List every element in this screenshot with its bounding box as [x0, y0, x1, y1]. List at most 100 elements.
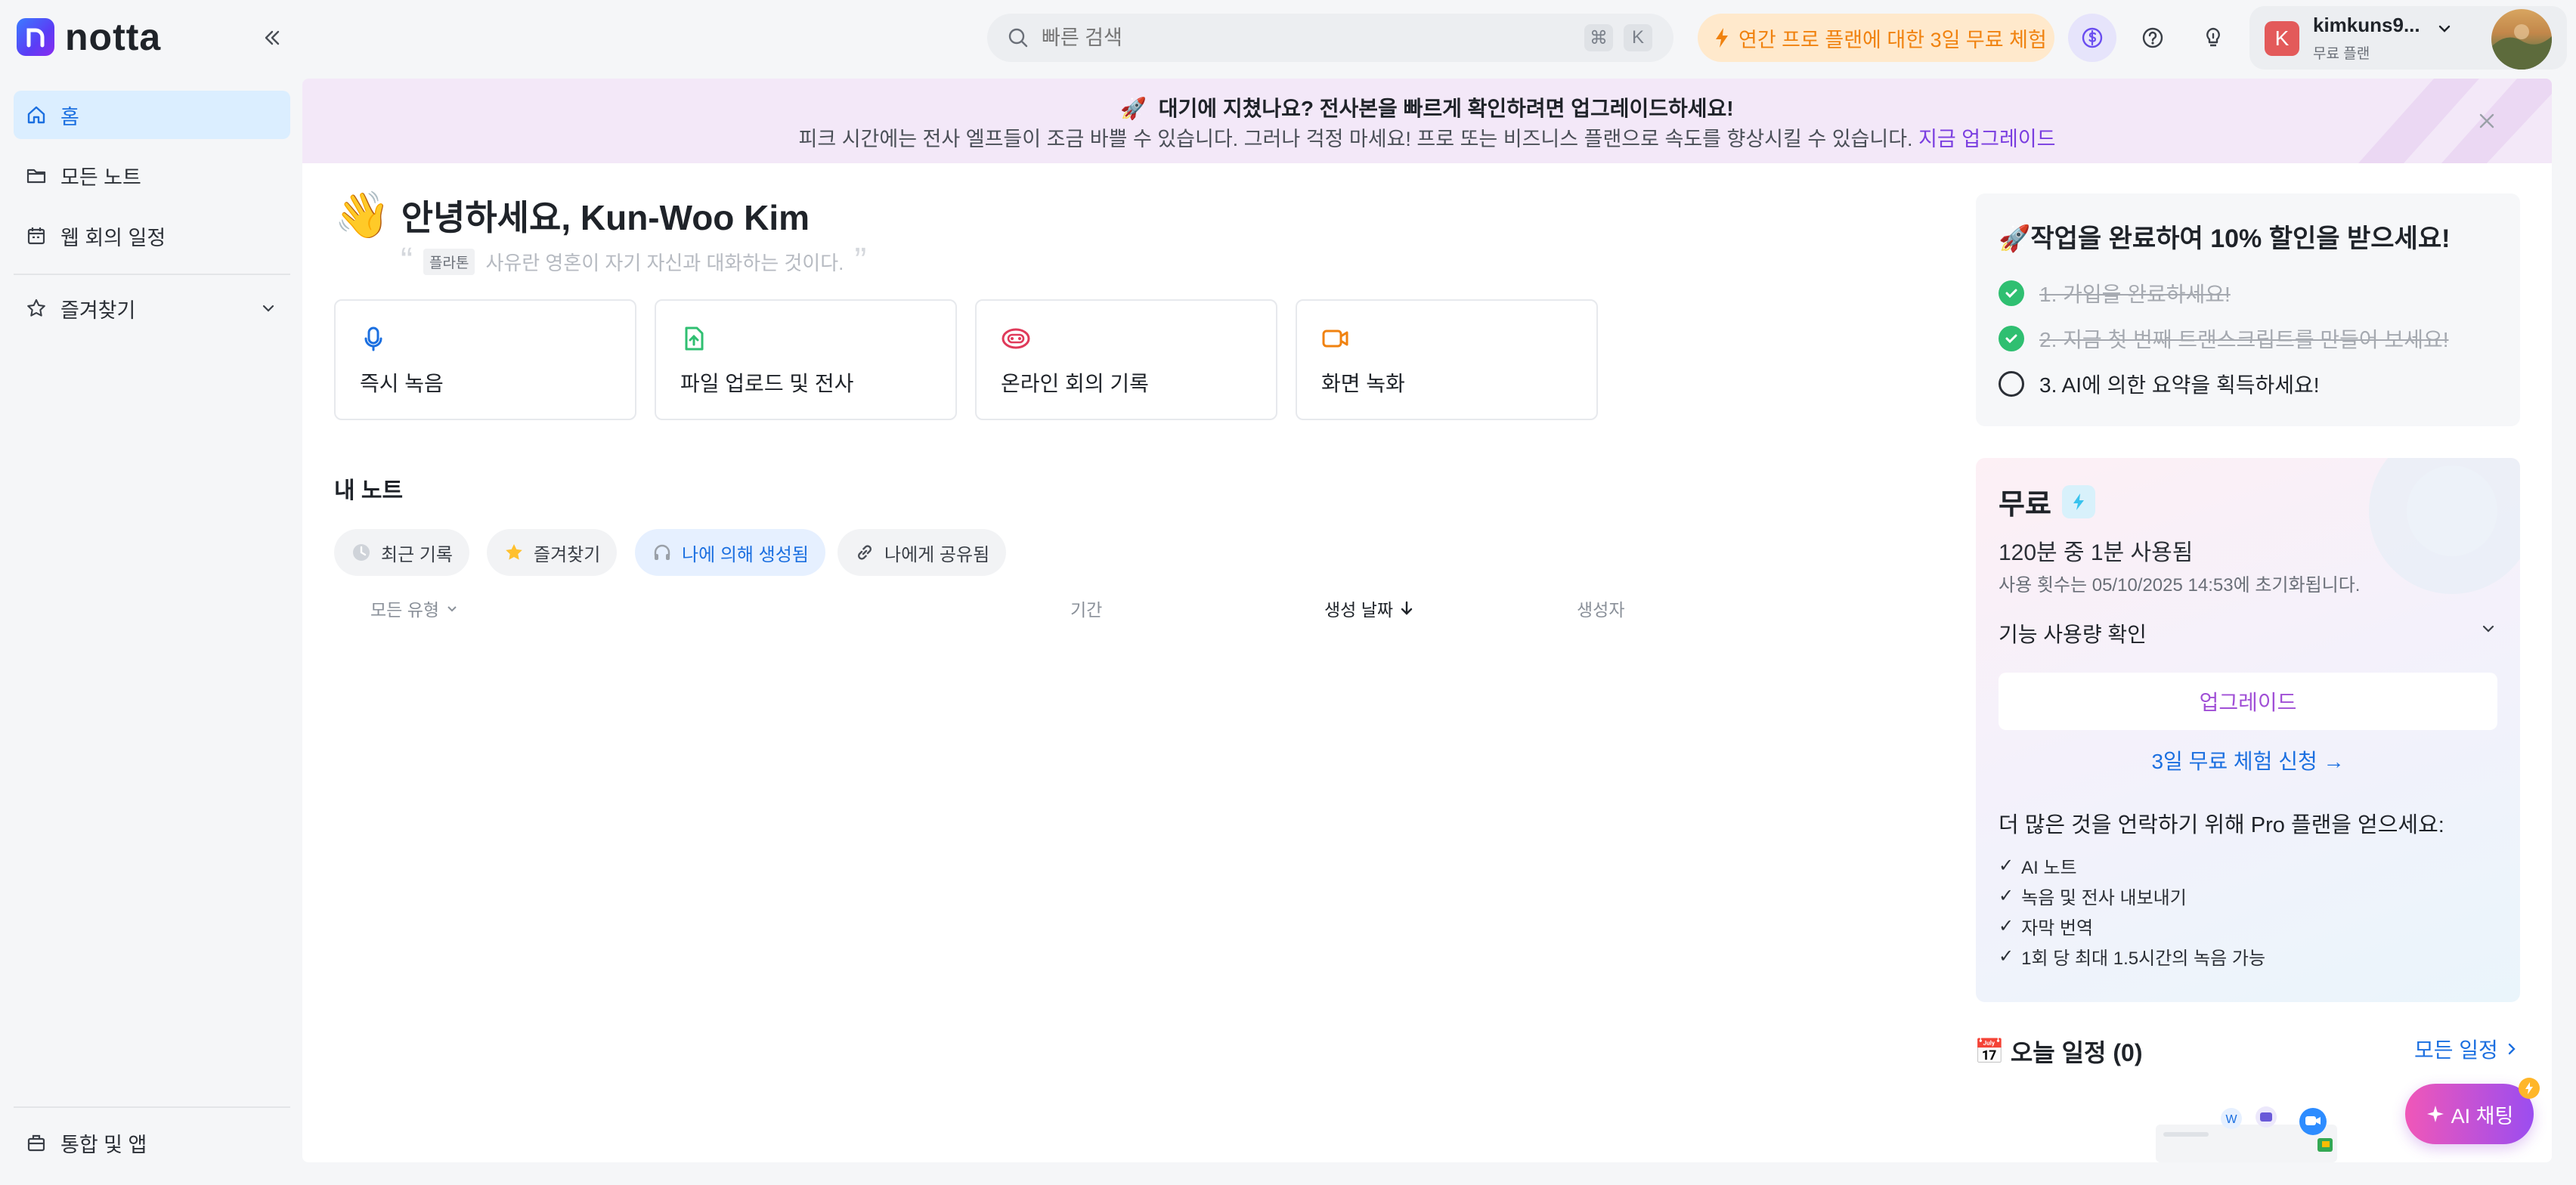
chevron-down-icon[interactable] — [2479, 620, 2497, 638]
folder-icon — [26, 169, 46, 184]
action-label: 파일 업로드 및 전사 — [680, 372, 854, 395]
sidebar-item-label: 웹 회의 일정 — [60, 226, 166, 249]
check-icon — [1999, 326, 2024, 351]
action-label: 즉시 녹음 — [360, 372, 444, 395]
pro-feature-item: ✓ 1회 당 최대 1.5시간의 녹음 가능 — [1999, 946, 2266, 969]
sidebar-item-label: 홈 — [60, 105, 79, 128]
logo-text: notta — [65, 16, 162, 58]
waving-hand-icon: 👋 — [334, 190, 391, 240]
meeting-robot-icon — [1002, 328, 1030, 349]
quote-author: 플라톤 — [423, 249, 475, 275]
action-label: 온라인 회의 기록 — [1001, 372, 1149, 395]
checkmark-icon: ✓ — [1999, 916, 2014, 936]
headphones-icon — [654, 544, 670, 560]
kbd-k: K — [1624, 24, 1652, 51]
checkmark-icon: ✓ — [1999, 855, 2014, 876]
sidebar-divider — [14, 274, 290, 275]
daily-quote: “ 플라톤 사유란 영혼이 자기 자신과 대화하는 것이다. ” — [401, 241, 866, 282]
tasks-card: 🚀작업을 완료하여 10% 할인을 받으세요! 1. 가입을 완료하세요! 2.… — [1976, 193, 2520, 426]
trial-button[interactable]: 연간 프로 플랜에 대한 3일 무료 체험 — [1698, 14, 2054, 62]
microphone-icon — [364, 326, 382, 351]
task-item[interactable]: 3. AI에 의한 요약을 획득하세요! — [1999, 369, 2320, 399]
pro-plan-title: 더 많은 것을 언락하기 위해 Pro 플랜을 얻으세요: — [1999, 813, 2444, 837]
tab-shared-with-me[interactable]: 나에게 공유됨 — [838, 529, 1007, 576]
task-item: 2. 지금 첫 번째 트랜스크립트를 만들어 보세요! — [1999, 323, 2449, 354]
search-input[interactable] — [1042, 26, 1571, 50]
account-plan: 무료 플랜 — [2313, 46, 2370, 62]
credits-button[interactable] — [2068, 14, 2116, 62]
sidebar-item-favorites[interactable]: 즐겨찾기 — [14, 284, 290, 333]
tab-created-by-me[interactable]: 나에 의해 생성됨 — [635, 529, 825, 576]
chevron-down-icon — [447, 606, 457, 612]
profile-photo-avatar[interactable] — [2491, 9, 2552, 70]
help-button[interactable] — [2129, 14, 2177, 62]
lightbulb-icon — [2206, 27, 2220, 47]
logo[interactable]: notta — [17, 18, 161, 56]
sidebar-item-web-meetings[interactable]: 웹 회의 일정 — [14, 212, 290, 260]
sidebar-item-label: 모든 노트 — [60, 166, 141, 189]
action-label: 화면 녹화 — [1321, 372, 1405, 395]
account-menu[interactable]: K kimkuns9... 무료 플랜 — [2249, 6, 2567, 70]
greeting: 👋 안녕하세요, Kun-Woo Kim — [334, 190, 810, 240]
kbd-cmd: ⌘ — [1584, 24, 1613, 51]
column-duration: 기간 — [1070, 600, 1103, 620]
sidebar-item-integrations[interactable]: 통합 및 앱 — [14, 1118, 290, 1167]
upload-file-card[interactable]: 파일 업로드 및 전사 — [655, 299, 957, 420]
upgrade-button[interactable]: 업그레이드 — [1999, 673, 2497, 730]
plan-title: 무료 — [1999, 481, 2095, 522]
task-item: 1. 가입을 완료하세요! — [1999, 278, 2231, 308]
search-icon — [1008, 28, 1028, 48]
instant-record-card[interactable]: 즉시 녹음 — [334, 299, 636, 420]
checkmark-icon: ✓ — [1999, 946, 2014, 967]
sidebar-item-label: 통합 및 앱 — [60, 1133, 147, 1156]
chevron-down-icon — [262, 305, 274, 312]
account-initial-avatar: K — [2265, 21, 2299, 56]
type-filter-dropdown[interactable]: 모든 유형 — [370, 596, 459, 621]
check-icon — [1999, 280, 2024, 306]
column-created-date[interactable]: 생성 날짜 — [1324, 596, 1414, 621]
ideas-button[interactable] — [2189, 14, 2237, 62]
quote-open-icon: “ — [401, 241, 413, 282]
rocket-icon: 🚀 — [1999, 224, 2031, 253]
collapse-sidebar-icon[interactable] — [257, 23, 287, 53]
ai-chat-badge-icon — [2519, 1078, 2540, 1099]
ai-chat-button[interactable]: AI 채팅 — [2405, 1084, 2534, 1144]
sidebar-item-home[interactable]: 홈 — [14, 91, 290, 139]
chevron-right-icon — [2508, 1043, 2516, 1055]
tab-favorites[interactable]: 즐겨찾기 — [487, 529, 618, 576]
notta-logo-icon — [17, 18, 54, 56]
online-meeting-card[interactable]: 온라인 회의 기록 — [975, 299, 1277, 420]
plan-card: 무료 120분 중 1분 사용됨 사용 횟수는 05/10/2025 14:53… — [1976, 458, 2520, 1002]
calendar-icon: 📅 — [1974, 1038, 2005, 1065]
plan-reset-info: 사용 횟수는 05/10/2025 14:53에 초기화됩니다. — [1999, 575, 2361, 596]
column-creator: 생성자 — [1577, 600, 1625, 620]
svg-text:W: W — [2225, 1113, 2237, 1126]
arrow-down-icon — [1401, 601, 1413, 615]
pro-feature-item: ✓ 자막 번역 — [1999, 916, 2094, 939]
close-banner-button[interactable] — [2472, 106, 2502, 136]
search-bar[interactable]: ⌘ K — [987, 14, 1673, 62]
sidebar-item-label: 즐겨찾기 — [60, 299, 136, 322]
free-trial-link[interactable]: 3일 무료 체험 신청 → — [1976, 745, 2520, 775]
upgrade-banner: 🚀 대기에 지쳤나요? 전사본을 빠르게 확인하려면 업그레이드하세요! 피크 … — [302, 79, 2552, 163]
banner-subtitle: 피크 시간에는 전사 엘프들이 조금 바쁠 수 있습니다. 그러나 걱정 마세요… — [798, 128, 2056, 150]
screen-record-card[interactable]: 화면 녹화 — [1296, 299, 1598, 420]
dollar-coin-icon — [2082, 27, 2103, 48]
sidebar-item-all-notes[interactable]: 모든 노트 — [14, 151, 290, 200]
close-icon — [2479, 113, 2494, 128]
tab-recent[interactable]: 최근 기록 — [334, 529, 469, 576]
star-icon — [27, 299, 45, 317]
trial-label: 연간 프로 플랜에 대한 3일 무료 체험 — [1738, 28, 2047, 51]
video-camera-icon — [1322, 330, 1348, 348]
home-icon — [27, 106, 45, 124]
account-name: kimkuns9... — [2313, 14, 2420, 36]
all-schedule-link[interactable]: 모든 일정 — [2414, 1034, 2519, 1064]
sparkle-icon — [2426, 1106, 2444, 1122]
feature-usage-toggle[interactable]: 기능 사용량 확인 — [1999, 618, 2147, 648]
plan-usage: 120분 중 1분 사용됨 — [1999, 540, 2194, 565]
tasks-title: 🚀작업을 완료하여 10% 할인을 받으세요! — [1999, 224, 2451, 253]
checkmark-icon: ✓ — [1999, 886, 2014, 906]
upgrade-now-link[interactable]: 지금 업그레이드 — [1918, 128, 2055, 150]
my-notes-title: 내 노트 — [334, 478, 404, 503]
pro-feature-item: ✓ AI 노트 — [1999, 855, 2077, 878]
